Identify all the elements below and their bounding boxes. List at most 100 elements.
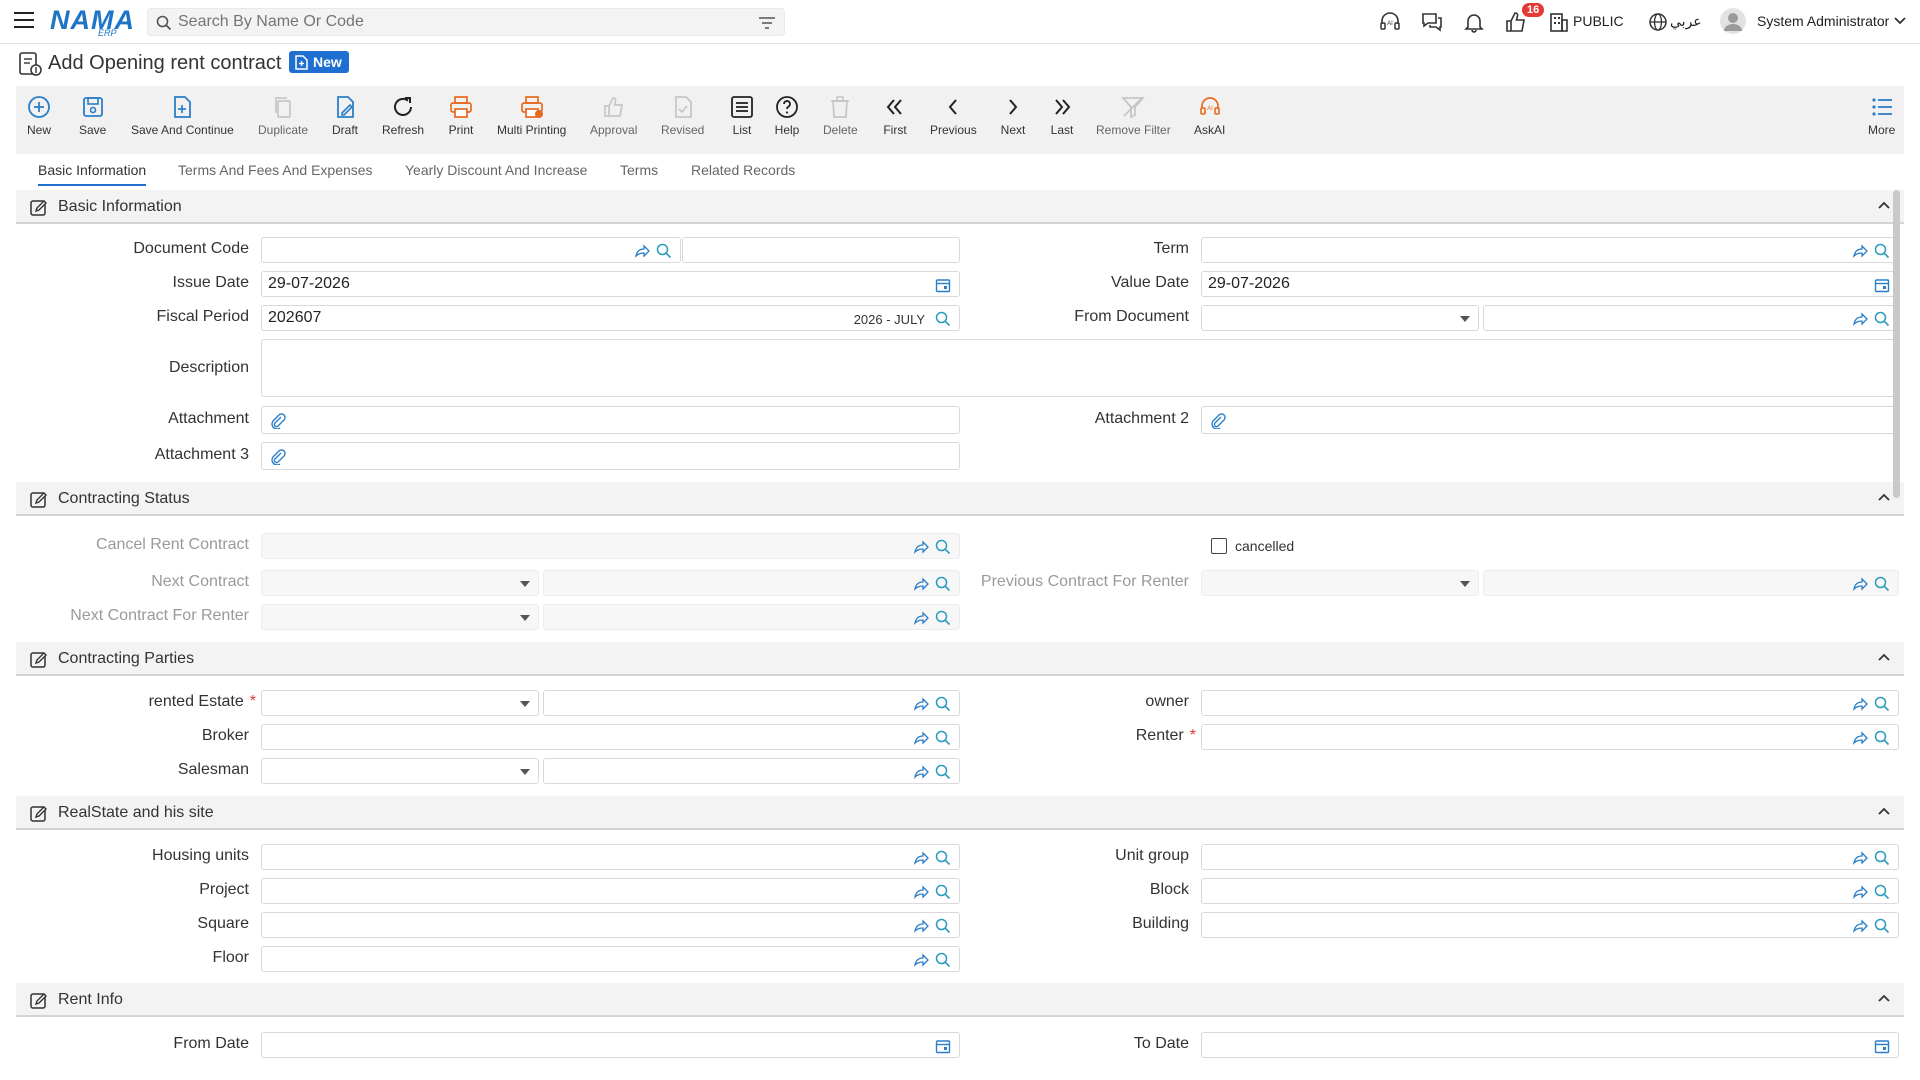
search-icon[interactable] [935,311,951,327]
delete-button[interactable]: Delete [823,94,858,137]
tab-terms-fees-expenses[interactable]: Terms And Fees And Expenses [178,162,373,178]
tab-terms[interactable]: Terms [620,162,658,178]
tab-yearly-discount-increase[interactable]: Yearly Discount And Increase [405,162,587,178]
draft-button[interactable]: Draft [332,94,358,137]
floor-field[interactable] [261,946,960,972]
search-icon[interactable] [935,610,951,626]
search-icon[interactable] [1874,576,1890,592]
document-code-field[interactable] [261,237,681,263]
search-icon[interactable] [656,243,672,259]
share-arrow-icon[interactable] [1852,730,1868,746]
previous-contract-type-select[interactable] [1201,570,1479,596]
approval-button[interactable]: Approval [590,94,637,137]
chat-icon[interactable] [1420,10,1444,34]
share-arrow-icon[interactable] [913,696,929,712]
share-arrow-icon[interactable] [913,764,929,780]
search-icon[interactable] [1874,850,1890,866]
section-realstate-site[interactable]: RealState and his site [16,796,1904,830]
ai-support-icon[interactable]: AI [1378,10,1402,34]
language-switch[interactable]: عربي [1670,13,1702,30]
search-icon[interactable] [935,730,951,746]
share-arrow-icon[interactable] [1852,243,1868,259]
remove-filter-button[interactable]: Remove Filter [1096,94,1171,137]
search-icon[interactable] [1874,243,1890,259]
next-button[interactable]: Next [1000,94,1026,137]
value-date-field[interactable]: 29-07-2026 [1201,271,1899,297]
renter-field[interactable] [1201,724,1899,750]
search-icon[interactable] [935,918,951,934]
search-icon[interactable] [935,884,951,900]
help-button[interactable]: Help [774,94,800,137]
search-icon[interactable] [1874,311,1890,327]
building-field[interactable] [1201,912,1899,938]
section-rent-info[interactable]: Rent Info [16,983,1904,1017]
next-contract-type-select[interactable] [261,570,539,596]
new-button[interactable]: New [26,94,52,137]
avatar[interactable] [1720,8,1746,34]
share-arrow-icon[interactable] [913,730,929,746]
search-icon[interactable] [1874,918,1890,934]
share-arrow-icon[interactable] [913,610,929,626]
share-arrow-icon[interactable] [1852,576,1868,592]
share-arrow-icon[interactable] [1852,696,1868,712]
share-arrow-icon[interactable] [913,884,929,900]
paperclip-icon[interactable] [270,449,286,465]
share-arrow-icon[interactable] [1852,850,1868,866]
chevron-up-icon[interactable] [1878,994,1890,1002]
save-button[interactable]: Save [79,94,106,137]
issue-date-field[interactable]: 29-07-2026 [261,271,960,297]
document-code-name-field[interactable] [682,237,960,263]
tab-related-records[interactable]: Related Records [691,162,795,178]
rented-estate-field[interactable] [543,690,960,716]
menu-icon[interactable] [14,12,34,28]
share-arrow-icon[interactable] [913,850,929,866]
share-arrow-icon[interactable] [1852,884,1868,900]
search-icon[interactable] [935,539,951,555]
multi-printing-button[interactable]: Multi Printing [497,94,566,137]
share-arrow-icon[interactable] [1852,311,1868,327]
revised-button[interactable]: Revised [661,94,704,137]
from-document-type-select[interactable] [1201,305,1479,331]
askai-button[interactable]: AI AskAI [1194,94,1225,137]
cancelled-checkbox[interactable] [1211,538,1227,554]
owner-field[interactable] [1201,690,1899,716]
section-contracting-parties[interactable]: Contracting Parties [16,642,1904,676]
share-arrow-icon[interactable] [634,243,650,259]
share-arrow-icon[interactable] [913,952,929,968]
paperclip-icon[interactable] [270,413,286,429]
attachment-3-field[interactable] [261,442,960,470]
salesman-field[interactable] [543,758,960,784]
globe-icon[interactable] [1648,12,1668,32]
search-icon[interactable] [1874,884,1890,900]
last-button[interactable]: Last [1049,94,1075,137]
search-icon[interactable] [935,952,951,968]
filter-icon[interactable] [758,16,776,30]
bell-icon[interactable] [1462,10,1486,34]
search-box[interactable] [147,8,785,36]
next-contract-for-renter-field[interactable] [543,604,960,630]
chevron-up-icon[interactable] [1878,493,1890,501]
refresh-button[interactable]: Refresh [382,94,424,137]
broker-field[interactable] [261,724,960,750]
calendar-icon[interactable] [935,1038,951,1054]
scrollbar[interactable] [1893,190,1900,498]
to-date-field[interactable] [1201,1032,1899,1058]
next-contract-field[interactable] [543,570,960,596]
list-button[interactable]: List [729,94,755,137]
duplicate-button[interactable]: Duplicate [258,94,308,137]
square-field[interactable] [261,912,960,938]
search-icon[interactable] [935,576,951,592]
user-name[interactable]: System Administrator [1757,13,1889,29]
previous-button[interactable]: Previous [930,94,977,137]
term-field[interactable] [1201,237,1899,263]
branch-label[interactable]: PUBLIC [1573,13,1624,29]
save-and-continue-button[interactable]: Save And Continue [131,94,234,137]
next-contract-renter-type-select[interactable] [261,604,539,630]
print-button[interactable]: Print [448,94,474,137]
from-document-field[interactable] [1483,305,1899,331]
chevron-up-icon[interactable] [1878,807,1890,815]
section-contracting-status[interactable]: Contracting Status [16,482,1904,516]
search-icon[interactable] [1874,730,1890,746]
section-basic-information[interactable]: Basic Information [16,190,1904,224]
share-arrow-icon[interactable] [913,539,929,555]
